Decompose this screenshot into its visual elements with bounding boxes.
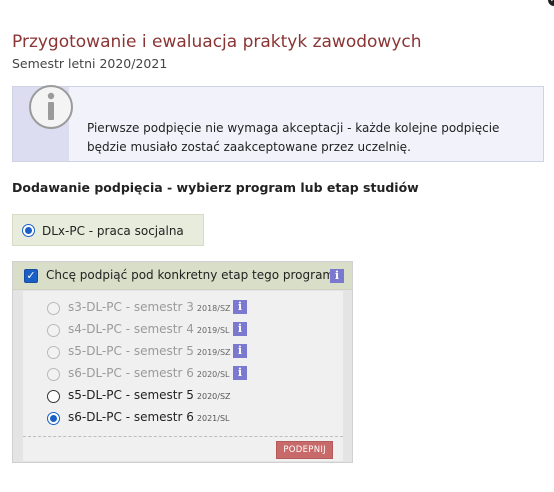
stage-tag: 2020/SZ [196, 392, 231, 401]
stage-name: s6-DL-PC - semestr 6 [68, 366, 194, 380]
stage-tag: 2020/SL [196, 370, 230, 379]
stage-checkbox-row[interactable]: ✓ Chcę podpiąć pod konkretny etap tego p… [13, 262, 352, 290]
stage-radio [47, 324, 60, 337]
stage-row[interactable]: s5-DL-PC - semestr 5 2020/SZ [23, 385, 343, 407]
stage-name: s4-DL-PC - semestr 4 [68, 322, 194, 336]
page-title: Przygotowanie i ewaluacja praktyk zawodo… [12, 32, 422, 52]
stage-row: s4-DL-PC - semestr 4 2019/SL i [23, 319, 343, 341]
stage-row: s6-DL-PC - semestr 6 2020/SL i [23, 363, 343, 385]
stage-row: s3-DL-PC - semestr 3 2018/SZ i [23, 297, 343, 319]
submit-button[interactable]: PODEPNIJ [276, 441, 333, 459]
stage-footer: PODEPNIJ [23, 436, 343, 461]
stage-radio [47, 302, 60, 315]
info-chip-icon[interactable]: i [233, 366, 247, 380]
stage-row: s5-DL-PC - semestr 5 2019/SZ i [23, 341, 343, 363]
section-heading: Dodawanie podpięcia - wybierz program lu… [12, 180, 419, 195]
stage-tag: 2019/SL [196, 326, 230, 335]
stage-row[interactable]: s6-DL-PC - semestr 6 2021/SL [23, 407, 343, 429]
stage-checkbox[interactable]: ✓ [24, 269, 38, 283]
stage-checkbox-label: Chcę podpiąć pod konkretny etap tego pro… [46, 268, 342, 282]
info-message: Pierwsze podpięcie nie wymaga akceptacji… [87, 121, 500, 154]
program-option[interactable]: DLx-PC - praca socjalna [12, 214, 204, 246]
stage-name: s5-DL-PC - semestr 5 [68, 344, 194, 358]
stage-list: s3-DL-PC - semestr 3 2018/SZ i s4-DL-PC -… [23, 291, 343, 436]
stage-name: s6-DL-PC - semestr 6 [68, 410, 194, 424]
semester-subtitle: Semestr letni 2020/2021 [12, 56, 168, 71]
stage-radio [47, 346, 60, 359]
stage-tag: 2019/SZ [196, 348, 231, 357]
stage-radio[interactable] [47, 412, 60, 425]
stage-tag: 2021/SL [196, 414, 230, 423]
info-chip-icon[interactable]: i [233, 322, 247, 336]
program-label: DLx-PC - praca socjalna [42, 224, 184, 238]
info-chip-icon[interactable]: i [330, 269, 344, 283]
info-icon [29, 85, 73, 129]
program-radio[interactable] [22, 224, 35, 237]
info-chip-icon[interactable]: i [233, 300, 247, 314]
stage-radio [47, 368, 60, 381]
stage-tag: 2018/SZ [196, 304, 231, 313]
stage-panel: ✓ Chcę podpiąć pod konkretny etap tego p… [12, 261, 353, 463]
stage-radio[interactable] [47, 390, 60, 403]
stage-name: s5-DL-PC - semestr 5 [68, 388, 194, 402]
close-icon[interactable]: ✕ [546, 0, 554, 8]
info-chip-icon[interactable]: i [233, 344, 247, 358]
info-box: Pierwsze podpięcie nie wymaga akceptacji… [12, 85, 544, 162]
stage-name: s3-DL-PC - semestr 3 [68, 300, 194, 314]
